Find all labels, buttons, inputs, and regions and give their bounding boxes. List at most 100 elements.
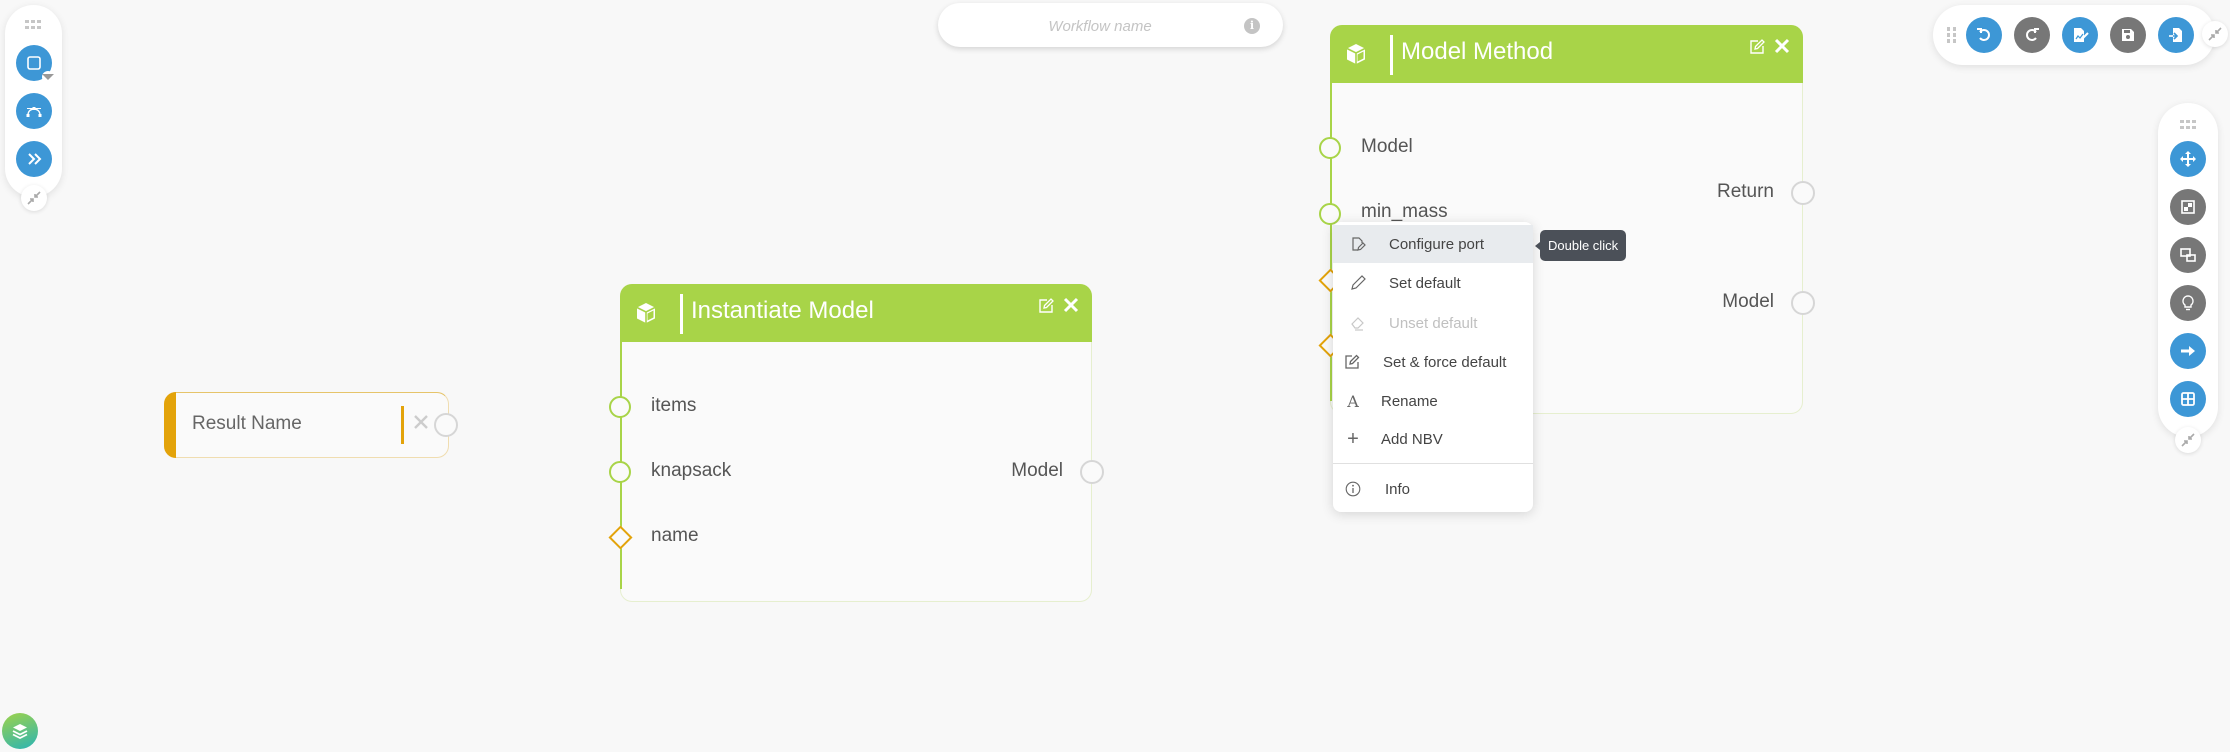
tooltip: Double click	[1534, 230, 1627, 261]
input-port-name[interactable]	[608, 525, 633, 550]
edit-square-icon	[1343, 353, 1361, 371]
info-icon[interactable]: i	[1244, 18, 1260, 34]
left-toolbar-collapse-button[interactable]	[21, 185, 47, 211]
double-chevron-right-icon	[28, 153, 42, 165]
input-label-knapsack: knapsack	[651, 460, 732, 481]
compress-icon	[2208, 27, 2222, 41]
redo-icon	[2026, 28, 2039, 41]
grip-dots-icon[interactable]	[2180, 118, 2196, 132]
letter-a-icon: A	[1347, 391, 1359, 411]
square-icon	[27, 56, 41, 70]
arrows-move-icon	[2180, 151, 2196, 167]
swap-frames-icon	[2180, 248, 2196, 262]
menu-item-info[interactable]: Info	[1333, 470, 1533, 508]
node-title: Instantiate Model	[691, 297, 874, 324]
grip-dots-icon[interactable]	[1947, 27, 1957, 45]
node-header[interactable]: Model Method	[1330, 25, 1803, 83]
grip-dots-icon[interactable]	[25, 18, 41, 32]
undo-button[interactable]	[1966, 17, 2002, 53]
expand-panel-button[interactable]	[16, 141, 52, 177]
undo-icon	[1977, 28, 1990, 41]
menu-item-label: Set & force default	[1383, 353, 1507, 371]
arrow-right-icon	[2181, 346, 2195, 356]
menu-item-configure-port[interactable]: Configure port	[1333, 225, 1533, 263]
file-signature-icon	[2074, 28, 2089, 42]
right-toolbar	[2158, 103, 2218, 437]
menu-item-label: Configure port	[1389, 235, 1485, 253]
file-import-icon	[2169, 28, 2182, 42]
layers-icon	[12, 724, 28, 740]
input-label-items: items	[651, 395, 697, 416]
output-label-model: Model	[1722, 291, 1774, 312]
edit-workflow-button[interactable]	[2062, 17, 2098, 53]
output-label-model: Model	[1011, 460, 1063, 481]
right-toolbar-collapse-button[interactable]	[2175, 427, 2201, 453]
output-label-return: Return	[1716, 181, 1774, 202]
info-circle-icon	[1344, 480, 1362, 498]
bezier-curve-icon	[26, 107, 42, 117]
left-toolbar	[5, 5, 62, 197]
output-port-model[interactable]	[1080, 460, 1104, 484]
layers-button[interactable]	[2, 713, 38, 749]
top-right-toolbar	[1933, 5, 2215, 65]
menu-item-rename[interactable]: A Rename	[1333, 382, 1533, 420]
top-toolbar-collapse-button[interactable]	[2202, 21, 2228, 47]
fit-frame-icon	[2181, 200, 2195, 214]
compress-icon	[27, 191, 41, 205]
run-button[interactable]	[2170, 333, 2206, 369]
node-title: Model Method	[1401, 38, 1554, 65]
add-connection-button[interactable]	[16, 93, 52, 129]
menu-item-label: Set default	[1389, 274, 1461, 292]
workflow-name-field: i	[938, 3, 1283, 49]
redo-button[interactable]	[2014, 17, 2050, 53]
node-header[interactable]: Instantiate Model	[620, 284, 1092, 342]
eraser-icon	[1349, 314, 1367, 332]
header-divider	[680, 294, 683, 334]
compress-icon	[2181, 433, 2195, 447]
save-icon	[2122, 29, 2134, 41]
edit-icon[interactable]	[1749, 39, 1765, 55]
header-divider	[1390, 35, 1393, 75]
save-button[interactable]	[2110, 17, 2146, 53]
move-button[interactable]	[2170, 141, 2206, 177]
cube-icon	[636, 303, 656, 323]
menu-separator	[1333, 463, 1533, 464]
lightbulb-icon	[2182, 295, 2194, 311]
input-port-knapsack[interactable]	[609, 461, 631, 483]
input-label-model: Model	[1361, 136, 1413, 157]
input-port-model[interactable]	[1319, 137, 1341, 159]
menu-item-label: Unset default	[1389, 314, 1478, 332]
close-icon[interactable]	[1060, 294, 1082, 316]
result-node-label: Result Name	[192, 413, 302, 434]
result-name-node[interactable]: Result Name	[164, 392, 449, 458]
input-port-items[interactable]	[609, 396, 631, 418]
import-button[interactable]	[2158, 17, 2194, 53]
input-label-name: name	[651, 525, 699, 546]
close-icon[interactable]	[412, 413, 430, 431]
grid-icon	[2181, 392, 2195, 406]
pencil-icon	[1349, 274, 1367, 292]
menu-item-set-force-default[interactable]: Set & force default	[1333, 343, 1533, 381]
output-port-model[interactable]	[1791, 291, 1815, 315]
menu-item-unset-default[interactable]: Unset default	[1333, 304, 1533, 342]
instantiate-model-node[interactable]: Instantiate Model items knapsack name Mo…	[608, 284, 1104, 602]
close-icon[interactable]	[1771, 35, 1793, 57]
menu-item-add-nbv[interactable]: + Add NBV	[1333, 420, 1533, 458]
reorder-button[interactable]	[2170, 237, 2206, 273]
menu-item-set-default[interactable]: Set default	[1333, 264, 1533, 302]
result-node-accent	[164, 392, 176, 458]
dropdown-caret-icon[interactable]	[42, 71, 54, 83]
output-port-return[interactable]	[1791, 181, 1815, 205]
tips-button[interactable]	[2170, 285, 2206, 321]
add-block-button[interactable]	[16, 45, 54, 83]
edit-icon[interactable]	[1038, 298, 1054, 314]
plus-icon: +	[1347, 427, 1359, 450]
fit-view-button[interactable]	[2170, 189, 2206, 225]
grid-button[interactable]	[2170, 381, 2206, 417]
workflow-name-input[interactable]	[958, 3, 1242, 49]
cube-icon	[1346, 44, 1366, 64]
result-node-port[interactable]	[434, 413, 458, 437]
input-label-min-mass: min_mass	[1361, 201, 1448, 222]
menu-item-label: Info	[1385, 480, 1411, 498]
port-context-menu: Configure port Set default Unset default…	[1333, 222, 1533, 512]
